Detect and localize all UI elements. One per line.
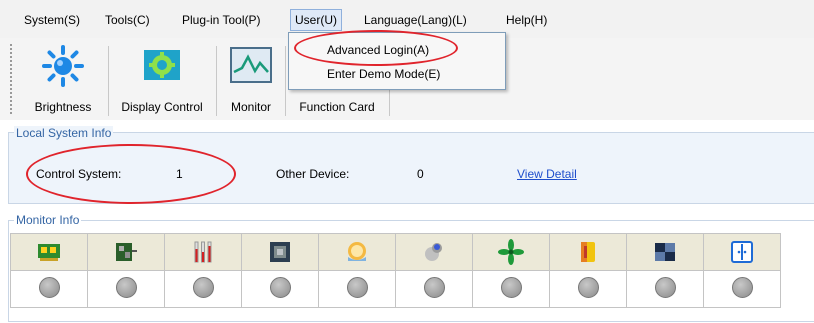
control-system-value: 1 (176, 167, 183, 181)
brightness-label: Brightness (34, 100, 92, 114)
status-cell (703, 270, 781, 308)
display-control-label: Display Control (121, 100, 203, 114)
status-cell (395, 270, 473, 308)
menu-tools[interactable]: Tools(C) (101, 11, 154, 29)
other-device-value: 0 (417, 167, 424, 181)
status-dot (192, 277, 214, 298)
status-dot (346, 277, 368, 298)
status-cell (549, 270, 627, 308)
monitor-icon (230, 47, 272, 83)
toolbar-separator (216, 46, 217, 116)
monitor-cell[interactable] (626, 233, 704, 271)
power-supply-icon (581, 242, 595, 262)
monitor-button[interactable]: Monitor (220, 42, 282, 118)
status-cell (164, 270, 242, 308)
status-dot (654, 277, 676, 298)
menu-language[interactable]: Language(Lang)(L) (360, 11, 471, 29)
status-dot (500, 277, 522, 298)
menu-plugin-tool[interactable]: Plug-in Tool(P) (178, 11, 264, 29)
sending-card-icon (116, 243, 137, 261)
status-cell (472, 270, 550, 308)
monitor-cell[interactable] (318, 233, 396, 271)
status-cell (87, 270, 165, 308)
cabinet-door-icon (731, 241, 753, 263)
status-cell (10, 270, 88, 308)
monitor-status-row (10, 270, 781, 308)
status-cell (626, 270, 704, 308)
fan-icon (498, 239, 524, 265)
display-control-button[interactable]: Display Control (112, 42, 212, 118)
status-dot (423, 277, 445, 298)
monitor-cell[interactable] (395, 233, 473, 271)
toolbar-separator (285, 46, 286, 116)
monitor-cell[interactable] (472, 233, 550, 271)
toolbar-grip[interactable] (10, 44, 15, 114)
menu-system[interactable]: System(S) (20, 11, 84, 29)
view-detail-link[interactable]: View Detail (517, 167, 577, 181)
menu-user[interactable]: User(U) (290, 9, 342, 31)
receiving-card-icon (38, 244, 60, 261)
monitor-label: Monitor (230, 100, 271, 114)
monitor-cell[interactable] (549, 233, 627, 271)
other-device-label: Other Device: (276, 167, 350, 181)
module-icon (655, 243, 675, 261)
brightness-button[interactable]: Brightness (22, 42, 104, 118)
display-control-icon (144, 50, 180, 80)
temperature-icon (194, 241, 212, 263)
monitor-cell[interactable] (87, 233, 165, 271)
status-cell (318, 270, 396, 308)
monitor-cell[interactable] (703, 233, 781, 271)
status-dot (577, 277, 599, 298)
monitor-cell[interactable] (10, 233, 88, 271)
monitor-table (10, 233, 781, 308)
cpu-icon (270, 242, 290, 262)
toolbar-separator (108, 46, 109, 116)
menu-help[interactable]: Help(H) (502, 11, 551, 29)
monitor-info-title: Monitor Info (14, 213, 82, 227)
enter-demo-mode-item[interactable]: Enter Demo Mode(E) (327, 63, 440, 85)
advanced-login-item[interactable]: Advanced Login(A) (327, 39, 429, 61)
local-system-info-group (8, 132, 814, 204)
local-system-info-title: Local System Info (14, 126, 114, 140)
humidity-icon (348, 242, 366, 261)
user-dropdown-menu: Advanced Login(A) Enter Demo Mode(E) (288, 32, 506, 90)
control-system-label: Control System: (36, 167, 122, 181)
brightness-icon (42, 45, 84, 87)
monitor-icon-row (10, 233, 781, 271)
monitor-cell[interactable] (164, 233, 242, 271)
monitor-cell[interactable] (241, 233, 319, 271)
status-dot (269, 277, 291, 298)
function-card-label: Function Card (299, 100, 375, 114)
status-dot (38, 277, 60, 298)
smoke-icon (425, 243, 442, 261)
status-dot (731, 277, 753, 298)
status-cell (241, 270, 319, 308)
status-dot (115, 277, 137, 298)
